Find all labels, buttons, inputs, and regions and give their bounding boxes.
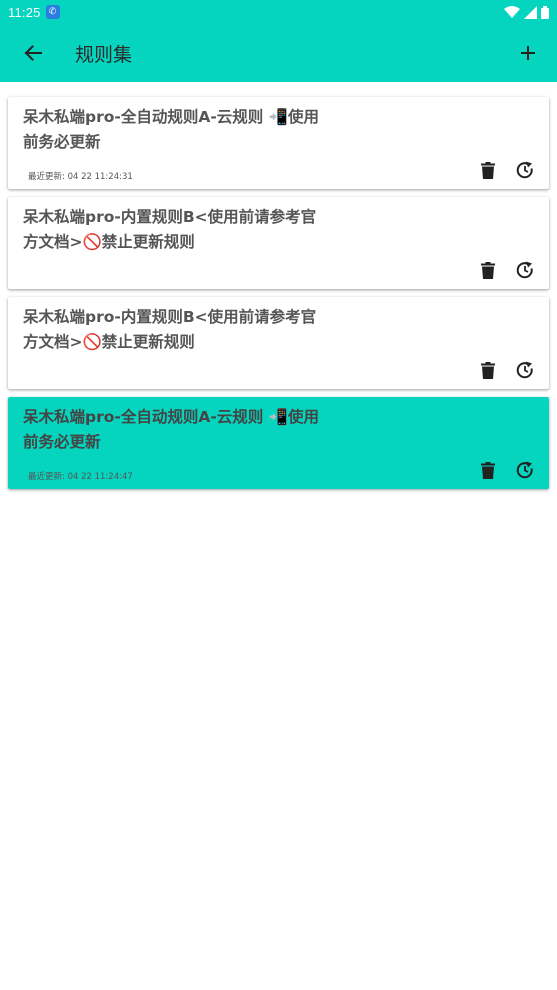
page-title: 规则集 <box>75 43 133 66</box>
rule-title: 呆木私端pro-内置规则B<使用前请参考官方文档>🚫禁止更新规则 <box>23 208 317 251</box>
refresh-icon <box>516 161 533 179</box>
rule-actions <box>478 460 535 480</box>
delete-button[interactable] <box>478 460 498 480</box>
rule-card[interactable]: 呆木私端pro-全自动规则A-云规则 📲使用前务必更新 最近更新: 04 22 … <box>8 97 549 189</box>
delete-button[interactable] <box>478 260 498 280</box>
trash-icon <box>481 361 495 379</box>
update-button[interactable] <box>515 160 535 180</box>
refresh-icon <box>516 461 533 479</box>
battery-icon <box>541 5 549 19</box>
refresh-icon <box>516 361 533 379</box>
delete-button[interactable] <box>478 360 498 380</box>
rule-list: 呆木私端pro-全自动规则A-云规则 📲使用前务必更新 最近更新: 04 22 … <box>8 97 549 497</box>
rule-card[interactable]: 呆木私端pro-内置规则B<使用前请参考官方文档>🚫禁止更新规则 <box>8 297 549 389</box>
update-button[interactable] <box>515 260 535 280</box>
wifi-icon <box>504 5 520 18</box>
update-button[interactable] <box>515 460 535 480</box>
rule-updated-time: 最近更新: 04 22 11:24:31 <box>28 172 133 182</box>
arrow-back-icon <box>24 45 42 61</box>
rule-title: 呆木私端pro-内置规则B<使用前请参考官方文档>🚫禁止更新规则 <box>23 308 317 351</box>
notification-app-icon: ✆ <box>45 5 60 19</box>
rule-actions <box>478 260 535 280</box>
rule-updated-time: 最近更新: 04 22 11:24:47 <box>28 472 133 482</box>
rule-actions <box>478 360 535 380</box>
signal-icon <box>524 5 537 19</box>
plus-icon <box>521 46 535 60</box>
rule-title: 呆木私端pro-全自动规则A-云规则 📲使用前务必更新 <box>23 108 319 151</box>
rule-card[interactable]: 呆木私端pro-内置规则B<使用前请参考官方文档>🚫禁止更新规则 <box>8 197 549 289</box>
rule-title: 呆木私端pro-全自动规则A-云规则 📲使用前务必更新 <box>23 408 319 451</box>
rule-actions <box>478 160 535 180</box>
refresh-icon <box>516 261 533 279</box>
rule-card-selected[interactable]: 呆木私端pro-全自动规则A-云规则 📲使用前务必更新 最近更新: 04 22 … <box>8 397 549 489</box>
back-button[interactable] <box>0 24 66 82</box>
status-icons <box>504 5 549 19</box>
trash-icon <box>481 261 495 279</box>
delete-button[interactable] <box>478 160 498 180</box>
trash-icon <box>481 461 495 479</box>
status-time: 11:25 <box>8 4 41 20</box>
update-button[interactable] <box>515 360 535 380</box>
status-bar: 11:25 ✆ <box>0 0 557 24</box>
trash-icon <box>481 161 495 179</box>
add-rule-button[interactable] <box>499 24 557 82</box>
app-bar: 规则集 <box>0 24 557 82</box>
